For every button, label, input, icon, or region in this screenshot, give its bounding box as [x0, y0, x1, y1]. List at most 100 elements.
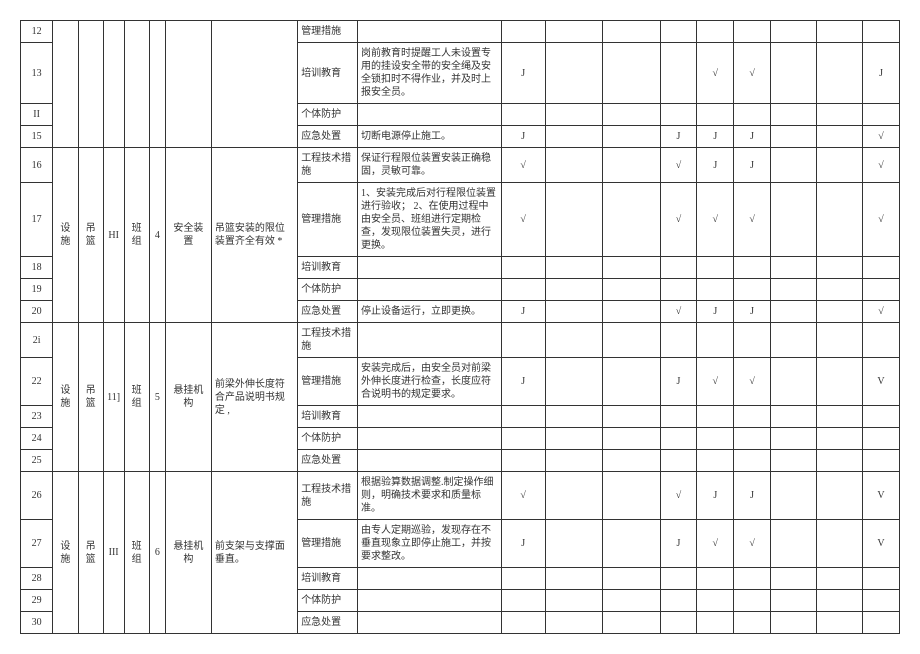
cell-p: [771, 126, 817, 148]
measure-description: [358, 323, 502, 358]
row-number: 20: [21, 301, 53, 323]
measure-description: [358, 568, 502, 590]
merged-g: 前梁外伸长度符合产品说明书规定 ,: [211, 323, 297, 472]
merged-c: III: [103, 472, 124, 634]
measure-type: 工程技术措施: [298, 323, 358, 358]
merged-g: 前支架与支撑面垂直。: [211, 472, 297, 634]
cell-l: [603, 126, 661, 148]
cell-q: [817, 590, 863, 612]
cell-j: J: [501, 520, 545, 568]
cell-q: [817, 406, 863, 428]
cell-q: [817, 428, 863, 450]
row-number: 18: [21, 257, 53, 279]
merged-b: 吊篮: [78, 323, 103, 472]
merged-d: [124, 21, 149, 148]
cell-j: [501, 406, 545, 428]
cell-r: [863, 568, 900, 590]
measure-description: 保证行程限位装置安装正确稳固，灵敏可靠。: [358, 148, 502, 183]
cell-l: [603, 428, 661, 450]
cell-m: J: [660, 126, 697, 148]
measure-type: 培训教育: [298, 568, 358, 590]
cell-q: [817, 21, 863, 43]
cell-m: [660, 590, 697, 612]
cell-m: J: [660, 358, 697, 406]
row-number: 17: [21, 183, 53, 257]
cell-l: [603, 279, 661, 301]
row-number: 15: [21, 126, 53, 148]
cell-q: [817, 126, 863, 148]
cell-o: [734, 279, 771, 301]
merged-a: [53, 21, 78, 148]
measure-type: 应急处置: [298, 301, 358, 323]
cell-r: √: [863, 183, 900, 257]
cell-l: [603, 450, 661, 472]
cell-l: [603, 183, 661, 257]
row-number: 22: [21, 358, 53, 406]
cell-j: [501, 323, 545, 358]
cell-p: [771, 279, 817, 301]
cell-n: [697, 450, 734, 472]
cell-p: [771, 568, 817, 590]
cell-p: [771, 428, 817, 450]
cell-p: [771, 21, 817, 43]
cell-q: [817, 43, 863, 104]
merged-d: 班组: [124, 323, 149, 472]
cell-l: [603, 520, 661, 568]
merged-b: 吊篮: [78, 148, 103, 323]
cell-o: [734, 590, 771, 612]
merged-c: [103, 21, 124, 148]
cell-l: [603, 43, 661, 104]
cell-q: [817, 472, 863, 520]
merged-f: 悬挂机构: [165, 472, 211, 634]
cell-q: [817, 612, 863, 634]
table-row: 26设施吊篮III班组6悬挂机构前支架与支撑面垂直。工程技术措施根据验算数据调整…: [21, 472, 900, 520]
measure-description: 停止设备运行，立即更换。: [358, 301, 502, 323]
cell-n: [697, 323, 734, 358]
merged-e: 5: [149, 323, 165, 472]
cell-o: √: [734, 358, 771, 406]
merged-c: HI: [103, 148, 124, 323]
table-row: 16设施吊篮HI班组4安全装置吊篮安装的限位装置齐全有效 *工程技术措施保证行程…: [21, 148, 900, 183]
cell-r: [863, 104, 900, 126]
cell-k: [545, 450, 603, 472]
cell-o: [734, 612, 771, 634]
row-number: 26: [21, 472, 53, 520]
measure-type: 应急处置: [298, 450, 358, 472]
measure-description: 1、安装完成后对行程限位装置进行验收； 2、在使用过程中由安全员、班组进行定期检…: [358, 183, 502, 257]
measure-type: 工程技术措施: [298, 472, 358, 520]
table-row: 2i设施吊篮11]班组5悬挂机构前梁外伸长度符合产品说明书规定 ,工程技术措施: [21, 323, 900, 358]
cell-j: [501, 612, 545, 634]
cell-r: √: [863, 148, 900, 183]
cell-l: [603, 323, 661, 358]
cell-p: [771, 148, 817, 183]
cell-k: [545, 358, 603, 406]
cell-p: [771, 472, 817, 520]
measure-type: 管理措施: [298, 183, 358, 257]
safety-table: 12管理措施13培训教育岗前教育时提醒工人未设置专用的挂设安全带的安全绳及安全锁…: [20, 20, 900, 634]
cell-j: [501, 590, 545, 612]
merged-a: 设施: [53, 323, 78, 472]
cell-o: [734, 406, 771, 428]
cell-j: [501, 450, 545, 472]
merged-b: [78, 21, 103, 148]
table-row: 12管理措施: [21, 21, 900, 43]
measure-type: 管理措施: [298, 21, 358, 43]
cell-m: [660, 612, 697, 634]
cell-m: [660, 568, 697, 590]
cell-l: [603, 358, 661, 406]
cell-l: [603, 612, 661, 634]
row-number: 28: [21, 568, 53, 590]
cell-n: [697, 279, 734, 301]
measure-description: [358, 428, 502, 450]
merged-g: [211, 21, 297, 148]
cell-j: [501, 568, 545, 590]
cell-q: [817, 279, 863, 301]
cell-o: √: [734, 43, 771, 104]
measure-type: 培训教育: [298, 43, 358, 104]
cell-k: [545, 126, 603, 148]
cell-m: √: [660, 148, 697, 183]
measure-description: [358, 612, 502, 634]
cell-r: [863, 612, 900, 634]
cell-m: [660, 450, 697, 472]
measure-type: 培训教育: [298, 257, 358, 279]
